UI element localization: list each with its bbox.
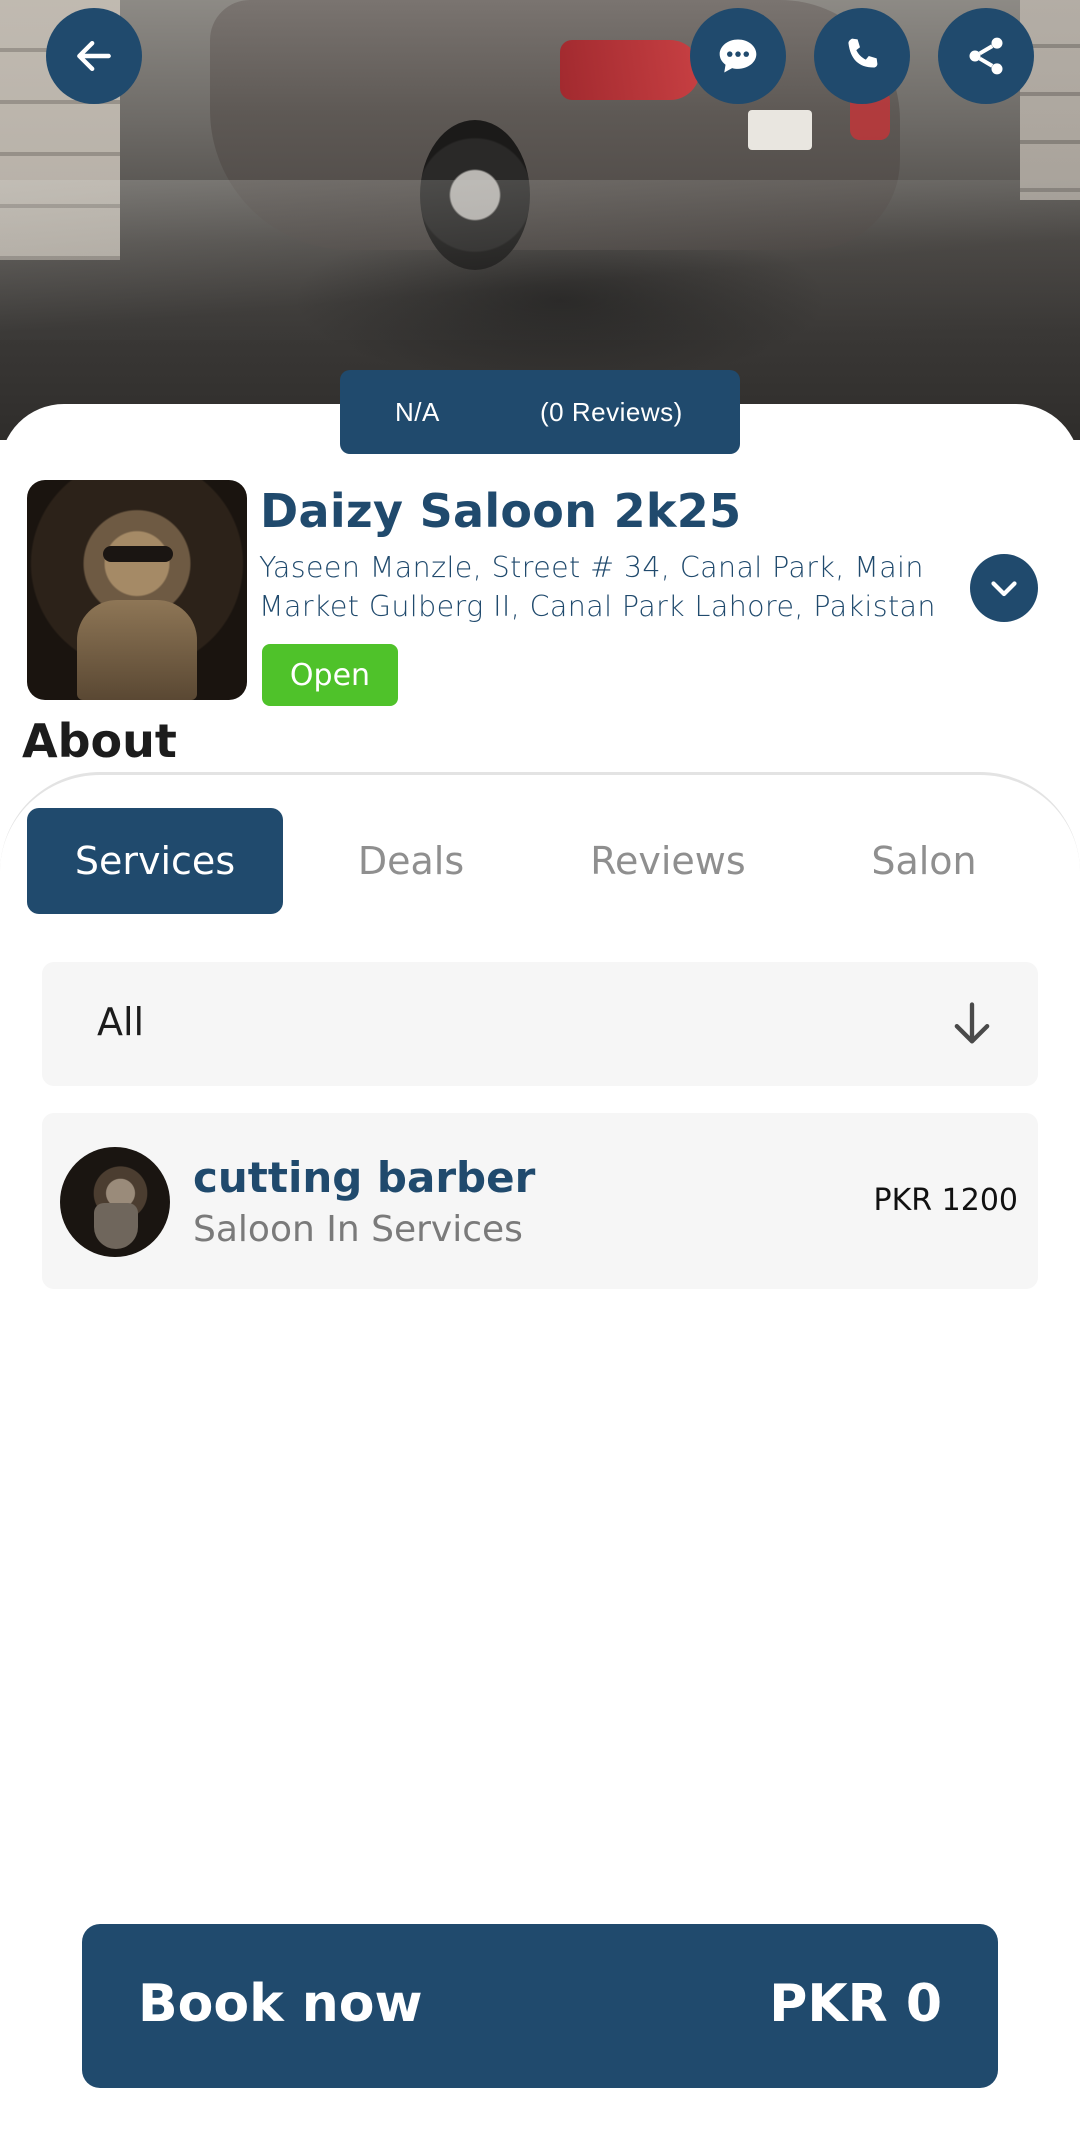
statue-sunglasses bbox=[103, 546, 173, 562]
chat-button[interactable] bbox=[690, 8, 786, 104]
service-price: PKR 1200 bbox=[873, 1183, 1019, 1218]
back-button[interactable] bbox=[46, 8, 142, 104]
expand-details-button[interactable] bbox=[970, 554, 1038, 622]
car-tail-light bbox=[560, 40, 700, 100]
call-button[interactable] bbox=[814, 8, 910, 104]
chevron-down-icon bbox=[991, 581, 1017, 597]
wet-floor bbox=[0, 180, 1080, 340]
open-status-badge: Open bbox=[262, 644, 398, 706]
arrow-down-icon bbox=[954, 1002, 990, 1044]
booking-total: PKR 0 bbox=[769, 1974, 942, 2034]
service-avatar bbox=[60, 1147, 170, 1257]
tab-reviews[interactable]: Reviews bbox=[540, 808, 796, 914]
book-now-button[interactable]: Book now PKR 0 bbox=[82, 1924, 998, 2088]
license-plate bbox=[748, 110, 812, 150]
salon-name: Daizy Saloon 2k25 bbox=[260, 484, 742, 538]
review-count: (0 Reviews) bbox=[540, 396, 683, 427]
tab-salon[interactable]: Salon bbox=[796, 808, 1052, 914]
rating-summary[interactable]: N/A (0 Reviews) bbox=[340, 370, 740, 454]
tab-deals[interactable]: Deals bbox=[283, 808, 539, 914]
book-now-label: Book now bbox=[138, 1974, 423, 2034]
chat-bubble-icon bbox=[719, 39, 757, 73]
share-button[interactable] bbox=[938, 8, 1034, 104]
tiled-wall-right bbox=[1020, 0, 1080, 200]
category-filter-dropdown[interactable]: All bbox=[42, 962, 1038, 1086]
share-icon bbox=[969, 37, 1003, 75]
back-arrow-icon bbox=[77, 40, 111, 72]
tab-services[interactable]: Services bbox=[27, 808, 283, 914]
service-list-item[interactable]: cutting barber Saloon In Services PKR 12… bbox=[42, 1113, 1038, 1289]
salon-profile-image bbox=[27, 480, 247, 700]
statue-bust bbox=[77, 600, 197, 700]
about-heading: About bbox=[22, 714, 177, 768]
filter-selected-value: All bbox=[97, 1000, 145, 1044]
salon-address: Yaseen Manzle, Street # 34, Canal Park, … bbox=[259, 551, 936, 623]
phone-icon bbox=[848, 38, 878, 68]
service-name: cutting barber bbox=[193, 1153, 536, 1202]
avatar-beard bbox=[94, 1203, 138, 1249]
rating-score: N/A bbox=[395, 396, 440, 427]
service-category: Saloon In Services bbox=[193, 1209, 523, 1250]
